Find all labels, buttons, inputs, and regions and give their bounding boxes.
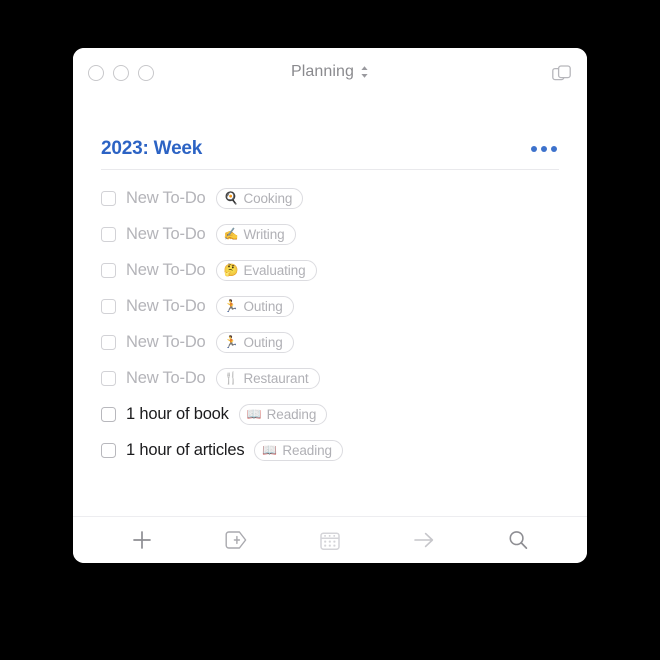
task-row[interactable]: New To-Do 🏃 Outing — [101, 324, 559, 360]
task-tag-label: Writing — [243, 226, 285, 242]
bottom-toolbar — [73, 516, 587, 563]
task-label: New To-Do — [126, 332, 206, 351]
task-tag-label: Reading — [282, 442, 332, 458]
task-tag-label: Reading — [266, 406, 317, 422]
task-row[interactable]: New To-Do 🏃 Outing — [101, 288, 559, 324]
task-label: 1 hour of articles — [126, 440, 245, 459]
calendar-icon — [320, 531, 340, 550]
task-tag[interactable]: 📖 Reading — [254, 439, 343, 461]
ellipsis-dot — [531, 146, 537, 152]
task-row[interactable]: New To-Do 🍴 Restaurant — [101, 360, 559, 396]
task-row[interactable]: New To-Do ✍️ Writing — [101, 216, 559, 252]
tag-plus-icon — [225, 531, 247, 549]
task-tag-label: Evaluating — [243, 262, 306, 278]
list-title: 2023: Week — [101, 138, 203, 159]
task-row[interactable]: 1 hour of articles 📖 Reading — [101, 432, 559, 468]
arrow-right-icon — [414, 532, 434, 548]
task-checkbox[interactable] — [101, 226, 116, 242]
task-checkbox[interactable] — [101, 190, 116, 206]
task-checkbox[interactable] — [101, 370, 116, 386]
move-forward-button[interactable] — [407, 525, 441, 555]
task-label: New To-Do — [126, 296, 206, 315]
task-tag[interactable]: 🏃 Outing — [215, 295, 294, 317]
open-book-emoji: 📖 — [262, 443, 278, 457]
task-label: New To-Do — [126, 224, 206, 243]
task-label: 1 hour of book — [126, 404, 229, 423]
task-tag-label: Restaurant — [243, 370, 309, 386]
task-tag[interactable]: 🤔 Evaluating — [215, 259, 317, 281]
task-tag[interactable]: 🏃 Outing — [215, 331, 294, 353]
running-person-emoji: 🏃 — [223, 335, 239, 349]
title-bar: Planning — [73, 48, 587, 98]
fork-and-knife-emoji: 🍴 — [223, 371, 239, 385]
cooking-pan-emoji: 🍳 — [223, 191, 239, 205]
app-window: Planning 2023: Week New To-Do 🍳 Cooking … — [73, 48, 587, 563]
task-label: New To-Do — [126, 260, 206, 279]
ellipsis-dot — [551, 146, 557, 152]
task-tag-label: Cooking — [243, 190, 293, 206]
writing-hand-emoji: ✍️ — [223, 227, 239, 241]
task-row[interactable]: New To-Do 🤔 Evaluating — [101, 252, 559, 288]
task-checkbox[interactable] — [101, 442, 116, 458]
task-label: New To-Do — [126, 368, 206, 387]
window-title-control[interactable]: Planning — [73, 63, 587, 81]
add-tag-button[interactable] — [219, 525, 253, 555]
task-tag[interactable]: 📖 Reading — [238, 403, 328, 425]
task-tag[interactable]: 🍴 Restaurant — [215, 367, 320, 389]
window-title: Planning — [290, 63, 355, 80]
task-checkbox[interactable] — [101, 262, 116, 278]
running-person-emoji: 🏃 — [223, 299, 239, 313]
ellipsis-dot — [541, 146, 547, 152]
search-icon — [509, 531, 528, 549]
calendar-button[interactable] — [313, 525, 347, 555]
task-checkbox[interactable] — [101, 334, 116, 350]
task-checkbox[interactable] — [101, 298, 116, 314]
list-header: 2023: Week — [101, 98, 559, 170]
task-row[interactable]: New To-Do 🍳 Cooking — [101, 180, 559, 216]
open-book-emoji: 📖 — [246, 407, 262, 421]
list-more-button[interactable] — [529, 142, 559, 156]
search-button[interactable] — [501, 525, 535, 555]
thinking-face-emoji: 🤔 — [223, 263, 239, 277]
task-checkbox[interactable] — [101, 406, 116, 422]
chevron-up-down-icon — [361, 66, 368, 78]
task-row[interactable]: 1 hour of book 📖 Reading — [101, 396, 559, 432]
content-area: 2023: Week New To-Do 🍳 Cooking New To-Do ✍️ W… — [73, 98, 587, 516]
task-tag-label: Outing — [243, 298, 283, 314]
overlapping-panels-icon[interactable] — [552, 65, 571, 83]
add-task-button[interactable] — [125, 525, 159, 555]
plus-icon — [133, 531, 151, 549]
screen: Planning 2023: Week New To-Do 🍳 Cooking … — [0, 0, 660, 660]
task-tag[interactable]: 🍳 Cooking — [215, 187, 304, 209]
task-label: New To-Do — [126, 188, 206, 207]
task-tag[interactable]: ✍️ Writing — [215, 223, 296, 245]
task-tag-label: Outing — [243, 334, 283, 350]
task-list: New To-Do 🍳 Cooking New To-Do ✍️ Writing New T… — [101, 170, 559, 468]
